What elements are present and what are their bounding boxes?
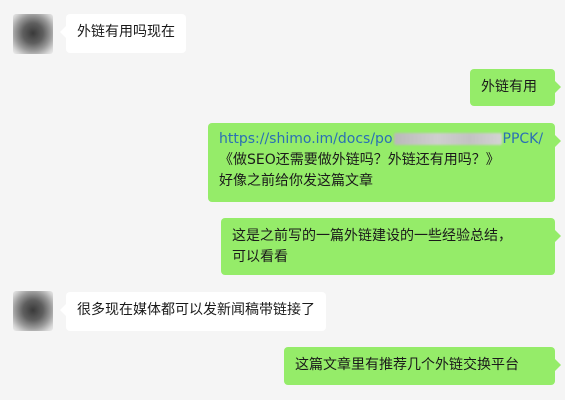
- link-text-end: PPCK/: [502, 131, 544, 147]
- article-title: 《做SEO还需要做外链吗？外链还有用吗？》: [219, 152, 500, 168]
- shared-link[interactable]: https://shimo.im/docs/po PPCK/: [219, 129, 544, 150]
- link-text-start: https://shimo.im/docs/po: [219, 131, 393, 147]
- message-text: 可以看看: [232, 249, 288, 265]
- message-text: 外链有用: [481, 79, 537, 95]
- chat-conversation: 外链有用吗现在 外链有用 https://shimo.im/docs/po PPC…: [0, 0, 565, 400]
- contact-avatar[interactable]: [13, 14, 53, 54]
- message-bubble-incoming[interactable]: 很多现在媒体都可以发新闻稿带链接了: [60, 292, 326, 331]
- message-bubble-outgoing-link[interactable]: https://shimo.im/docs/po PPCK/ 《做SEO还需要做外…: [208, 123, 561, 202]
- message-text: 很多现在媒体都可以发新闻稿带链接了: [77, 302, 315, 318]
- message-bubble-outgoing[interactable]: 这篇文章里有推荐几个外链交换平台: [284, 347, 561, 385]
- message-text: 这是之前写的一篇外链建设的一些经验总结，: [232, 228, 512, 244]
- message-bubble-outgoing[interactable]: 这是之前写的一篇外链建设的一些经验总结， 可以看看: [221, 218, 561, 275]
- message-text: 好像之前给你发这篇文章: [219, 173, 373, 189]
- message-text: 外链有用吗现在: [77, 24, 175, 40]
- contact-avatar[interactable]: [13, 291, 53, 331]
- message-bubble-outgoing[interactable]: 外链有用: [470, 69, 561, 106]
- redacted-blur: [393, 133, 502, 145]
- message-text: 这篇文章里有推荐几个外链交换平台: [295, 357, 519, 373]
- message-bubble-incoming[interactable]: 外链有用吗现在: [60, 14, 186, 53]
